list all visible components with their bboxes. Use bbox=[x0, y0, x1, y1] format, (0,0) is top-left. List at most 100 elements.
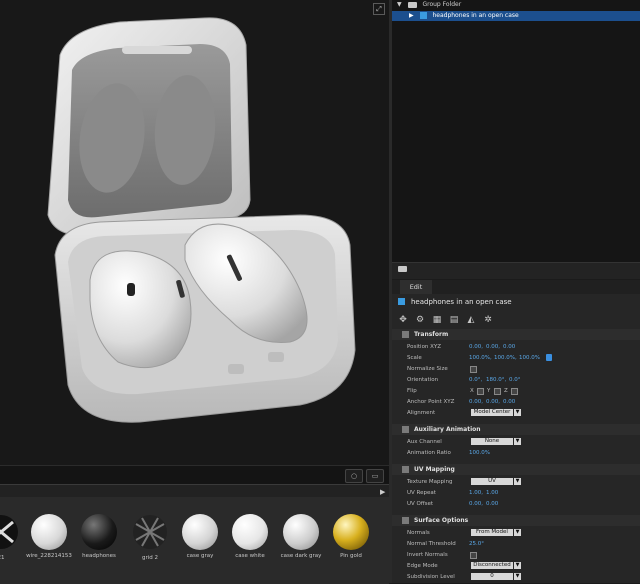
flip-z-label: Z bbox=[504, 388, 508, 394]
orientation-x[interactable]: 0.0°, bbox=[469, 377, 482, 383]
subdivision-dropdown[interactable]: 0 bbox=[471, 573, 513, 580]
scene-outliner: ▼ Group Folder ▶ headphones in an open c… bbox=[392, 0, 640, 262]
position-z[interactable]: 0.00 bbox=[503, 344, 515, 350]
aux-icon bbox=[402, 426, 409, 433]
material-swatch[interactable]: Pin gold bbox=[328, 514, 374, 574]
normalize-label: Normalize Size bbox=[407, 366, 448, 372]
uv-offset-u[interactable]: 0.00, bbox=[469, 501, 483, 507]
expand-icon[interactable]: ⤢ bbox=[373, 3, 385, 15]
normal-threshold-label: Normal Threshold bbox=[407, 541, 456, 547]
scale-z[interactable]: 100.0% bbox=[519, 355, 540, 361]
scale-x[interactable]: 100.0%, bbox=[469, 355, 492, 361]
subdivision-label: Subdivision Level bbox=[407, 574, 455, 580]
position-y[interactable]: 0.00, bbox=[486, 344, 500, 350]
texture-mapping-dropdown[interactable]: UV bbox=[471, 478, 513, 485]
surface-icon bbox=[402, 517, 409, 524]
folder-icon bbox=[407, 1, 417, 8]
chevron-down-icon[interactable]: ▼ bbox=[514, 478, 521, 485]
uv-offset-v[interactable]: 0.00 bbox=[486, 501, 498, 507]
material-swatch[interactable]: wire_228214153 bbox=[26, 514, 72, 574]
material-swatch[interactable]: case dark gray bbox=[278, 514, 324, 574]
library-header: ▶ bbox=[0, 485, 389, 497]
alignment-dropdown[interactable]: Model Center bbox=[471, 409, 513, 416]
section-title: Transform bbox=[414, 331, 449, 338]
position-x[interactable]: 0.00, bbox=[469, 344, 483, 350]
section-transform[interactable]: Transform bbox=[392, 329, 640, 340]
camera-icon[interactable]: ○ bbox=[345, 469, 363, 483]
flip-x-checkbox[interactable] bbox=[477, 388, 484, 395]
material-swatch[interactable]: E1 bbox=[0, 514, 24, 574]
chevron-down-icon[interactable]: ▼ bbox=[514, 562, 521, 569]
anchor-z[interactable]: 0.00 bbox=[503, 399, 515, 405]
material-icon[interactable]: ▦ bbox=[432, 315, 442, 325]
material-label: wire_228214153 bbox=[26, 553, 72, 559]
section-uv-mapping[interactable]: UV Mapping bbox=[392, 464, 640, 475]
scale-label: Scale bbox=[407, 355, 422, 361]
invert-normals-checkbox[interactable] bbox=[470, 552, 477, 559]
outliner-row-group-folder[interactable]: ▼ Group Folder bbox=[392, 0, 640, 10]
outliner-toolbar bbox=[392, 262, 640, 279]
grid-material-icon bbox=[133, 515, 167, 549]
flip-z-checkbox[interactable] bbox=[511, 388, 518, 395]
gear-icon[interactable]: ✲ bbox=[483, 315, 493, 325]
viewport-toolbar: ○ ▭ bbox=[0, 465, 389, 484]
normals-dropdown[interactable]: From Model bbox=[471, 529, 513, 536]
scroll-right-icon[interactable]: ▶ bbox=[380, 488, 385, 496]
outliner-row-headphones[interactable]: ▶ headphones in an open case bbox=[392, 11, 640, 21]
alignment-label: Alignment bbox=[407, 410, 436, 416]
chevron-down-icon[interactable]: ▼ bbox=[514, 529, 521, 536]
normalize-checkbox[interactable] bbox=[470, 366, 477, 373]
new-folder-icon[interactable] bbox=[398, 266, 407, 272]
material-sphere bbox=[182, 514, 218, 550]
section-auxiliary-animation[interactable]: Auxiliary Animation bbox=[392, 424, 640, 435]
move-icon[interactable]: ✥ bbox=[398, 315, 408, 325]
uv-repeat-u[interactable]: 1.00, bbox=[469, 490, 483, 496]
normals-label: Normals bbox=[407, 530, 430, 536]
settings-icon[interactable]: ⚙ bbox=[415, 315, 425, 325]
outliner-label: headphones in an open case bbox=[432, 12, 519, 19]
flip-y-checkbox[interactable] bbox=[494, 388, 501, 395]
texture-mapping-label: Texture Mapping bbox=[407, 479, 453, 485]
lock-icon[interactable] bbox=[546, 354, 552, 361]
chevron-down-icon[interactable]: ▼ bbox=[514, 438, 521, 445]
screen-icon[interactable]: ▭ bbox=[366, 469, 384, 483]
scale-y[interactable]: 100.0%, bbox=[494, 355, 517, 361]
material-swatch[interactable]: case white bbox=[227, 514, 273, 574]
normal-threshold-value[interactable]: 25.0° bbox=[469, 541, 484, 547]
material-label: E1 bbox=[0, 555, 5, 561]
edge-mode-dropdown[interactable]: Disconnected bbox=[471, 562, 513, 569]
flip-x-label: X bbox=[470, 388, 474, 394]
aux-channel-dropdown[interactable]: None bbox=[471, 438, 513, 445]
material-sphere bbox=[232, 514, 268, 550]
orientation-label: Orientation bbox=[407, 377, 439, 383]
uv-repeat-v[interactable]: 1.00 bbox=[486, 490, 498, 496]
panel-tabs: Edit bbox=[392, 280, 640, 294]
model-icon bbox=[398, 298, 405, 305]
anchor-y[interactable]: 0.00, bbox=[486, 399, 500, 405]
animation-icon[interactable]: ◭ bbox=[466, 315, 476, 325]
section-surface-options[interactable]: Surface Options bbox=[392, 515, 640, 526]
material-swatch[interactable]: case gray bbox=[177, 514, 223, 574]
anchor-x[interactable]: 0.00, bbox=[469, 399, 483, 405]
chevron-down-icon[interactable]: ▼ bbox=[514, 409, 521, 416]
transform-icon bbox=[402, 331, 409, 338]
material-sphere bbox=[31, 514, 67, 550]
invert-normals-label: Invert Normals bbox=[407, 552, 448, 558]
model-icon bbox=[419, 12, 427, 19]
orientation-z[interactable]: 0.0° bbox=[509, 377, 521, 383]
position-label: Position XYZ bbox=[407, 344, 442, 350]
animation-ratio-value[interactable]: 100.0% bbox=[469, 450, 490, 456]
expand-icon[interactable]: ▶ bbox=[409, 12, 414, 19]
uv-icon[interactable]: ▤ bbox=[449, 315, 459, 325]
flip-label: Flip bbox=[407, 388, 417, 394]
collapse-icon[interactable]: ▼ bbox=[397, 1, 402, 8]
material-swatch[interactable]: grid 2 bbox=[127, 514, 173, 574]
earbuds-case-render bbox=[47, 17, 356, 423]
flip-y-label: Y bbox=[487, 388, 491, 394]
viewport[interactable]: ⤢ bbox=[0, 0, 389, 465]
chevron-down-icon[interactable]: ▼ bbox=[514, 573, 521, 580]
orientation-y[interactable]: 180.0°, bbox=[486, 377, 506, 383]
tab-edit[interactable]: Edit bbox=[400, 280, 432, 294]
material-swatch[interactable]: headphones bbox=[76, 514, 122, 574]
edit-panel: headphones in an open case ✥ ⚙ ▦ ▤ ◭ ✲ T… bbox=[392, 294, 640, 583]
